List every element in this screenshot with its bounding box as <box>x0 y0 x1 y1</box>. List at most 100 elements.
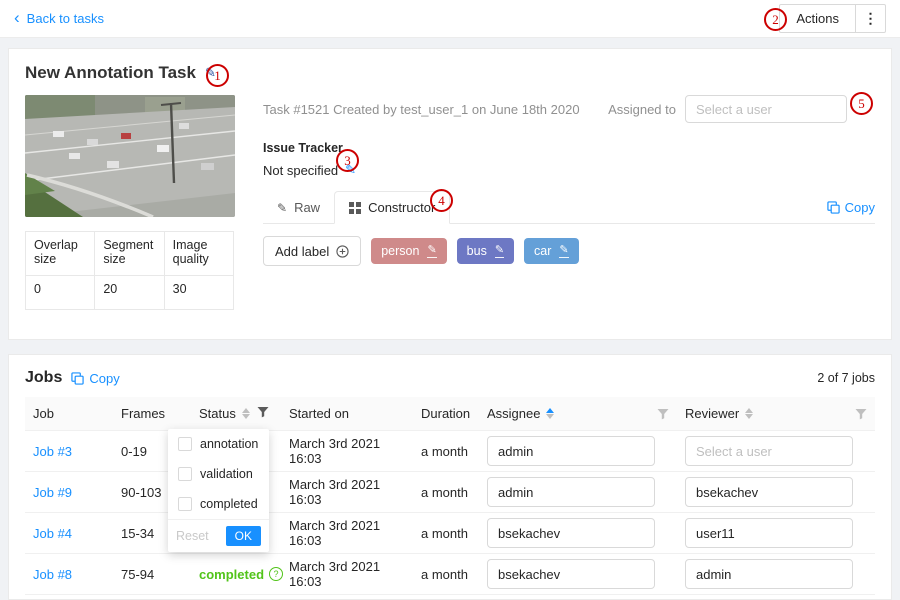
label-chip-bus[interactable]: bus ✎ <box>457 238 514 264</box>
duration-cell: a month <box>413 513 479 554</box>
add-label-button[interactable]: Add label <box>263 236 361 266</box>
copy-icon <box>71 372 84 385</box>
filter-option-annotation[interactable]: annotation <box>168 429 269 459</box>
duration-cell: a month <box>413 431 479 472</box>
annotation-circle-4: 4 <box>430 189 453 212</box>
traffic-scene-image <box>25 95 235 217</box>
assignee-sorter[interactable] <box>546 408 554 419</box>
col-header-frames[interactable]: Frames <box>113 397 191 431</box>
job-link[interactable]: Job #9 <box>33 485 72 500</box>
copy-jobs-link[interactable]: Copy <box>71 371 119 386</box>
started-cell: March 3rd 2021 16:03 <box>281 513 413 554</box>
job-link[interactable]: Job #3 <box>33 444 72 459</box>
actions-more-button[interactable]: ⋮ <box>855 5 885 32</box>
checkbox-completed[interactable] <box>178 497 192 511</box>
issue-tracker-value: Not specified <box>263 163 338 178</box>
param-value-overlap: 0 <box>26 276 95 310</box>
copy-icon <box>827 201 840 214</box>
label-chip-person[interactable]: person ✎ <box>371 238 446 264</box>
reviewer-input[interactable] <box>685 436 853 466</box>
status-badge: completed ? <box>199 567 283 582</box>
edit-label-bus-icon[interactable]: ✎ <box>495 244 504 257</box>
filter-option-validation[interactable]: validation <box>168 459 269 489</box>
job-link[interactable]: Job #8 <box>33 567 72 582</box>
filter-funnel-icon[interactable] <box>257 406 269 418</box>
checkbox-validation[interactable] <box>178 467 192 481</box>
filter-ok-button[interactable]: OK <box>226 526 261 546</box>
checkbox-annotation[interactable] <box>178 437 192 451</box>
jobs-count: 2 of 7 jobs <box>817 371 875 385</box>
col-header-duration[interactable]: Duration <box>413 397 479 431</box>
col-header-job[interactable]: Job <box>25 397 113 431</box>
assigned-to-label: Assigned to <box>608 102 676 117</box>
param-header-overlap: Overlap size <box>26 232 95 276</box>
table-row: Job #4 15-34 March 3rd 2021 16:03 a mont… <box>25 513 875 554</box>
tab-raw[interactable]: ✎ Raw <box>263 192 334 223</box>
param-header-quality: Image quality <box>164 232 233 276</box>
reviewer-input[interactable] <box>685 477 853 507</box>
annotation-circle-2: 2 <box>764 8 787 31</box>
assignee-input[interactable] <box>487 477 655 507</box>
col-header-started[interactable]: Started on <box>281 397 413 431</box>
filter-option-completed[interactable]: completed <box>168 489 269 519</box>
duration-cell: a month <box>413 472 479 513</box>
filter-reset-button[interactable]: Reset <box>176 529 209 543</box>
reviewer-filter-icon[interactable] <box>855 408 867 420</box>
col-header-assignee[interactable]: Assignee <box>479 397 677 431</box>
status-sorter[interactable] <box>242 408 250 419</box>
assignee-input[interactable] <box>487 559 655 589</box>
edit-label-person-icon[interactable]: ✎ <box>427 244 436 257</box>
actions-button[interactable]: Actions <box>780 5 855 32</box>
reviewer-input[interactable] <box>685 518 853 548</box>
col-header-status[interactable]: Status <box>191 397 253 431</box>
filter-option-label: completed <box>200 497 258 511</box>
blocks-icon <box>349 202 361 214</box>
task-thumbnail <box>25 95 235 217</box>
label-person-name: person <box>381 244 419 258</box>
started-cell: March 3rd 2021 16:03 <box>281 554 413 595</box>
actions-button-group: Actions ⋮ <box>779 4 886 33</box>
back-to-tasks-label: Back to tasks <box>27 11 104 26</box>
back-to-tasks-link[interactable]: ‹ Back to tasks <box>14 11 104 26</box>
jobs-table-header-row: Job Frames Status Started on D <box>25 397 875 431</box>
jobs-title: Jobs <box>25 369 62 387</box>
reviewer-header-label: Reviewer <box>685 406 739 421</box>
copy-labels-link[interactable]: Copy <box>827 200 875 223</box>
col-header-reviewer[interactable]: Reviewer <box>677 397 875 431</box>
started-cell: March 3rd 2021 16:03 <box>281 431 413 472</box>
annotation-circle-1: 1 <box>206 64 229 87</box>
assignee-input[interactable] <box>487 436 655 466</box>
status-filter-cell[interactable] <box>253 397 281 431</box>
param-value-quality: 30 <box>164 276 233 310</box>
annotation-circle-5: 5 <box>850 92 873 115</box>
assignee-input[interactable] <box>487 518 655 548</box>
label-bus-name: bus <box>467 244 487 258</box>
raw-edit-icon: ✎ <box>277 201 287 215</box>
tab-constructor-label: Constructor <box>368 200 435 215</box>
labels-tabs: ✎ Raw Constructor Copy <box>263 191 875 224</box>
more-dots-icon: ⋮ <box>864 10 878 27</box>
label-chip-car[interactable]: car ✎ <box>524 238 579 264</box>
task-params-table: Overlap size Segment size Image quality … <box>25 231 234 310</box>
question-circle-icon[interactable]: ? <box>269 567 283 581</box>
copy-labels-label: Copy <box>845 200 875 215</box>
chevron-left-icon: ‹ <box>14 9 20 26</box>
edit-label-car-icon[interactable]: ✎ <box>559 244 568 257</box>
table-row: Job #9 90-103 March 3rd 2021 16:03 a mon… <box>25 472 875 513</box>
table-row: Job #8 75-94 completed ? March 3rd 2021 … <box>25 554 875 595</box>
label-car-name: car <box>534 244 551 258</box>
assignee-filter-icon[interactable] <box>657 408 669 420</box>
task-title: New Annotation Task <box>25 63 196 83</box>
assignee-header-label: Assignee <box>487 406 540 421</box>
duration-cell: a month <box>413 554 479 595</box>
task-meta: Task #1521 Created by test_user_1 on Jun… <box>263 102 580 117</box>
plus-circle-icon <box>336 245 349 258</box>
status-text: completed <box>199 567 264 582</box>
task-assignee-input[interactable] <box>685 95 847 123</box>
param-value-segment: 20 <box>95 276 164 310</box>
frames-cell: 75-94 <box>113 554 191 595</box>
reviewer-sorter[interactable] <box>745 408 753 419</box>
tab-raw-label: Raw <box>294 200 320 215</box>
job-link[interactable]: Job #4 <box>33 526 72 541</box>
reviewer-input[interactable] <box>685 559 853 589</box>
